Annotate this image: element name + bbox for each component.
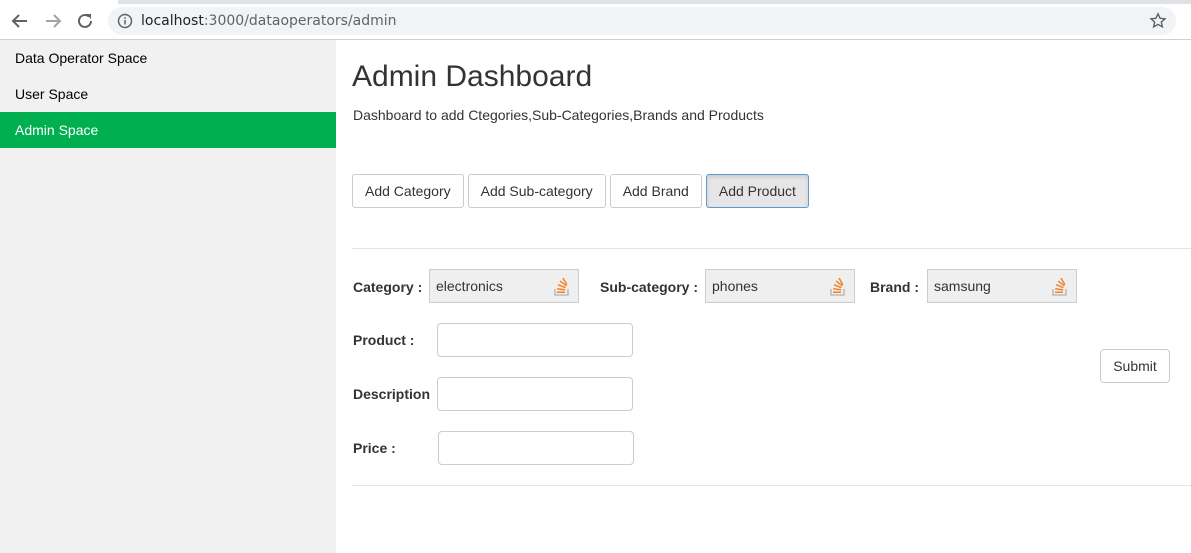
star-icon[interactable]	[1149, 12, 1167, 30]
description-input[interactable]	[437, 377, 633, 411]
add-product-button[interactable]: Add Product	[705, 174, 809, 208]
forward-button[interactable]	[41, 9, 65, 33]
description-label: Description	[353, 386, 431, 402]
subcategory-select[interactable]: phones	[705, 269, 855, 303]
category-label: Category :	[353, 279, 423, 295]
price-input[interactable]	[438, 431, 634, 465]
url-host: localhost	[141, 13, 204, 29]
product-input[interactable]	[437, 323, 633, 357]
divider-bottom	[352, 485, 1191, 486]
add-brand-button[interactable]: Add Brand	[609, 174, 702, 208]
page-title: Admin Dashboard	[352, 60, 593, 93]
brand-select[interactable]: samsung	[927, 269, 1077, 303]
sidebar: Data Operator Space User Space Admin Spa…	[0, 40, 336, 553]
product-label: Product :	[353, 332, 415, 348]
brand-label: Brand :	[870, 279, 919, 295]
divider-top	[352, 248, 1191, 249]
address-bar[interactable]: localhost:3000/dataoperators/admin	[108, 7, 1176, 35]
reload-button[interactable]	[73, 9, 97, 33]
add-subcategory-button[interactable]: Add Sub-category	[467, 174, 606, 208]
stack-icon	[1052, 278, 1067, 296]
url-text[interactable]: localhost:3000/dataoperators/admin	[141, 13, 397, 29]
back-button[interactable]	[8, 9, 32, 33]
tab-strip	[0, 0, 1191, 4]
stack-icon	[554, 278, 569, 296]
action-tabs: Add Category Add Sub-category Add Brand …	[352, 174, 809, 208]
category-select-value: electronics	[436, 278, 503, 294]
main-content: Admin Dashboard Dashboard to add Ctegori…	[336, 40, 1191, 553]
brand-select-value: samsung	[934, 278, 991, 294]
url-path: :3000/dataoperators/admin	[203, 13, 397, 29]
arrow-right-icon	[46, 14, 62, 28]
price-label: Price :	[353, 440, 396, 456]
submit-button[interactable]: Submit	[1100, 349, 1170, 383]
sidebar-item-user-space[interactable]: User Space	[0, 76, 336, 112]
sidebar-item-admin-space[interactable]: Admin Space	[0, 112, 336, 148]
arrow-left-icon	[11, 14, 27, 28]
browser-toolbar: localhost:3000/dataoperators/admin	[0, 0, 1191, 40]
page-subtitle: Dashboard to add Ctegories,Sub-Categorie…	[353, 107, 764, 123]
sidebar-item-data-operator-space[interactable]: Data Operator Space	[0, 40, 336, 76]
info-icon[interactable]	[117, 13, 133, 29]
add-category-button[interactable]: Add Category	[352, 174, 464, 208]
subcategory-select-value: phones	[712, 278, 758, 294]
category-select[interactable]: electronics	[429, 269, 579, 303]
stack-icon	[830, 278, 845, 296]
reload-icon	[78, 13, 92, 28]
subcategory-label: Sub-category :	[600, 279, 699, 295]
